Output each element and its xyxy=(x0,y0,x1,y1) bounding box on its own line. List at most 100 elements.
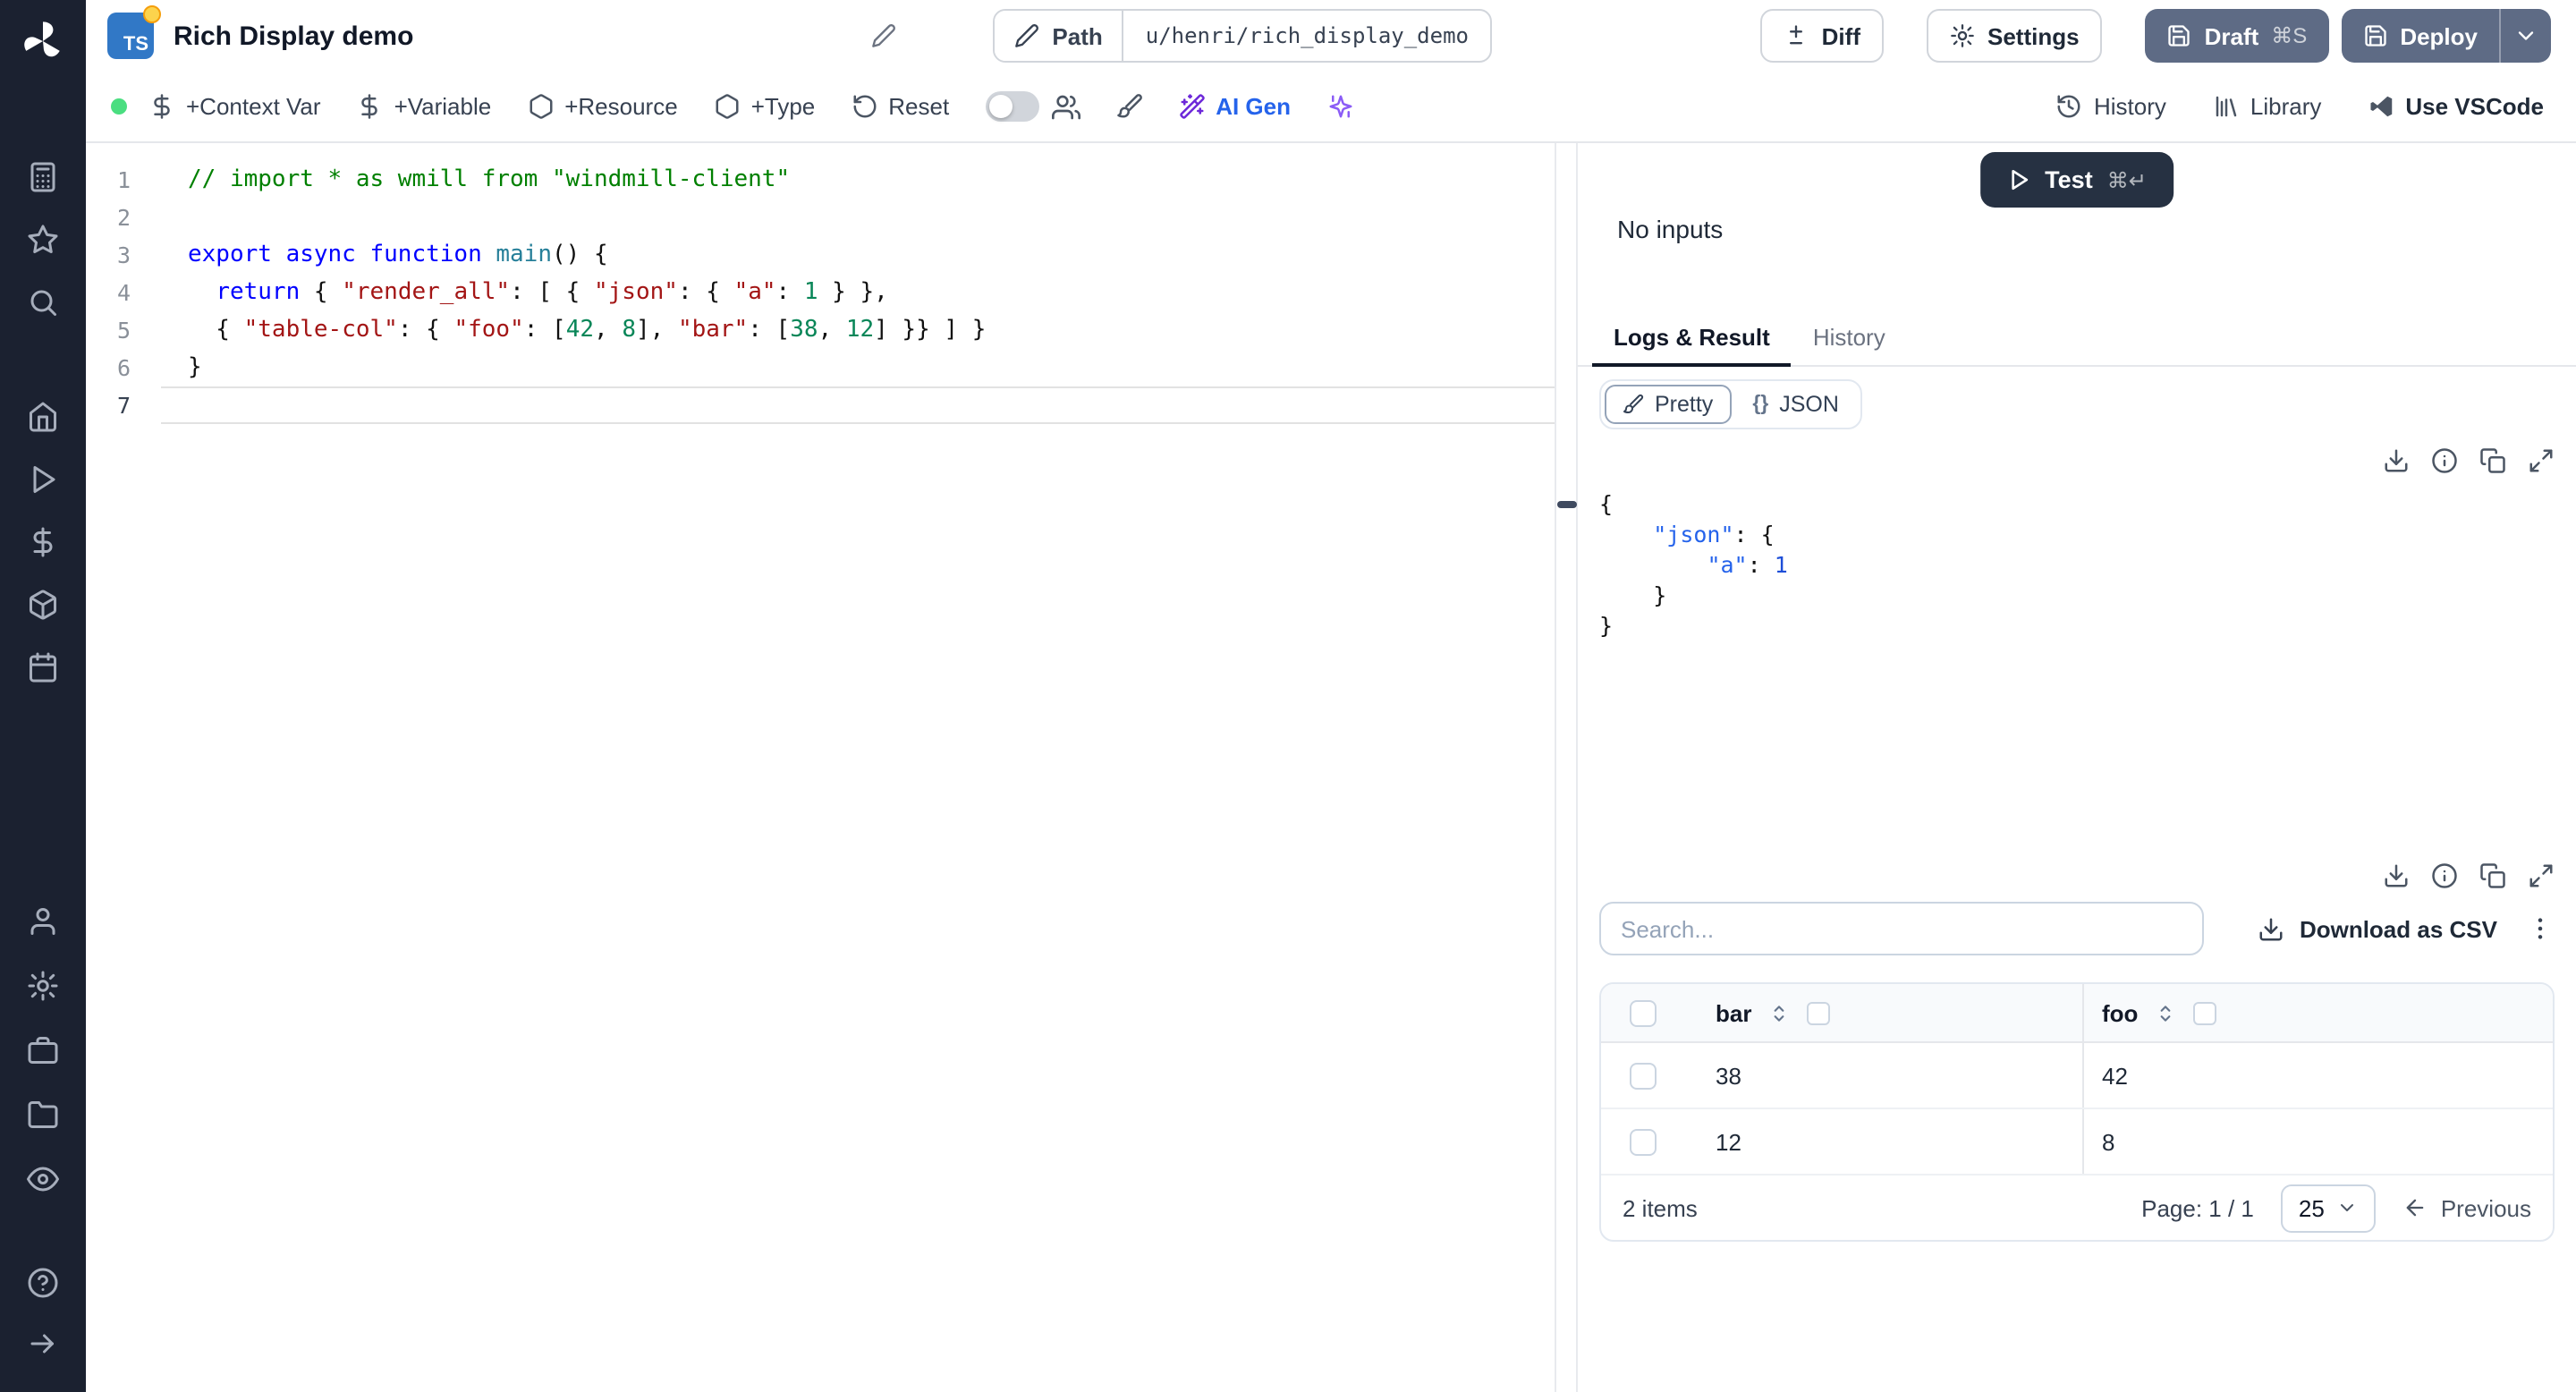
diff-button[interactable]: Diff xyxy=(1760,9,1884,63)
line-number: 6 xyxy=(116,354,131,381)
column-filter-checkbox[interactable] xyxy=(1807,1001,1831,1024)
sidebar-item-home[interactable] xyxy=(27,401,59,433)
row-checkbox[interactable] xyxy=(1629,1062,1656,1089)
table-search-input[interactable] xyxy=(1599,902,2204,955)
sidebar-item-schedules[interactable] xyxy=(27,651,59,683)
cell-bar: 38 xyxy=(1716,1062,1741,1089)
sidebar-item-audit[interactable] xyxy=(27,1163,59,1195)
edit-summary-button[interactable] xyxy=(871,23,896,48)
column-filter-checkbox[interactable] xyxy=(2193,1001,2217,1024)
settings-button[interactable]: Settings xyxy=(1927,9,2103,63)
code-line[interactable]: 4 return { "render_all": [ { "json": { "… xyxy=(86,274,1555,311)
library-button[interactable]: Library xyxy=(2213,93,2321,120)
page-size-value: 25 xyxy=(2298,1194,2325,1221)
sidebar-item-search[interactable] xyxy=(27,286,59,318)
sidebar-item-variables[interactable] xyxy=(27,526,59,558)
sidebar-item-favorites[interactable] xyxy=(27,224,59,256)
add-context-var-button[interactable]: +Context Var xyxy=(148,93,321,120)
sidebar-item-user[interactable] xyxy=(27,905,59,938)
briefcase-icon xyxy=(28,1037,58,1064)
copy-table-button[interactable] xyxy=(2479,862,2506,889)
path-value[interactable]: u/henri/rich_display_demo xyxy=(1124,11,1490,61)
table-info-button[interactable] xyxy=(2431,862,2458,889)
help-icon xyxy=(28,1268,58,1298)
download-csv-button[interactable]: Download as CSV xyxy=(2258,915,2497,942)
code-area: 1// import * as wmill from "windmill-cli… xyxy=(86,161,1555,424)
collab-toggle-group xyxy=(985,91,1080,122)
windmill-logo[interactable] xyxy=(20,18,66,64)
column-header-foo[interactable]: foo xyxy=(2082,984,2553,1041)
sidebar-item-resources[interactable] xyxy=(27,589,59,621)
code-editor[interactable]: 1// import * as wmill from "windmill-cli… xyxy=(86,143,1555,1392)
expand-result-button[interactable] xyxy=(2528,447,2555,474)
use-vscode-button[interactable]: Use VSCode xyxy=(2368,93,2544,120)
page-size-select[interactable]: 25 xyxy=(2280,1184,2377,1232)
chevron-down-icon xyxy=(2341,1204,2354,1211)
json-toggle[interactable]: {} JSON xyxy=(1734,385,1857,424)
sidebar-item-workers[interactable] xyxy=(27,1034,59,1066)
code-line[interactable]: 3 export async function main() { xyxy=(86,236,1555,274)
json-line: } xyxy=(1599,612,1614,639)
ai-assistant-button[interactable] xyxy=(1326,93,1353,120)
previous-page-button[interactable]: Previous xyxy=(2403,1194,2531,1221)
download-table-button[interactable] xyxy=(2383,862,2410,889)
home-icon xyxy=(30,402,56,432)
result-table: bar foo 38 42 12 8 2 items Page: 1 / 1 2… xyxy=(1599,982,2555,1242)
sidebar-item-settings[interactable] xyxy=(27,970,59,1002)
reset-button[interactable]: Reset xyxy=(851,93,949,120)
code-line[interactable]: 5 { "table-col": { "foo": [42, 8], "bar"… xyxy=(86,311,1555,349)
sparkles-icon xyxy=(1328,95,1352,118)
download-result-button[interactable] xyxy=(2383,447,2410,474)
info-icon xyxy=(2432,448,2457,473)
draft-button[interactable]: Draft ⌘S xyxy=(2145,9,2329,63)
sidebar-item-folders[interactable] xyxy=(27,1099,59,1131)
sidebar-item-runs[interactable] xyxy=(27,463,59,496)
table-menu-button[interactable] xyxy=(2526,914,2555,943)
tab-history[interactable]: History xyxy=(1792,310,1907,367)
test-button[interactable]: Test ⌘↵ xyxy=(1980,152,2174,208)
test-label: Test xyxy=(2045,166,2093,193)
collab-toggle[interactable] xyxy=(985,91,1039,122)
gear-icon xyxy=(28,971,58,1001)
copy-result-button[interactable] xyxy=(2479,447,2506,474)
deploy-dropdown-button[interactable] xyxy=(2499,9,2551,63)
typescript-badge: TS xyxy=(107,5,161,59)
pretty-toggle[interactable]: Pretty xyxy=(1605,385,1732,424)
code-line[interactable]: 1// import * as wmill from "windmill-cli… xyxy=(86,161,1555,199)
edit-path-button[interactable]: Path xyxy=(995,11,1124,61)
row-checkbox[interactable] xyxy=(1629,1128,1656,1155)
search-icon xyxy=(30,290,56,316)
tab-logs-result[interactable]: Logs & Result xyxy=(1592,310,1792,367)
use-vscode-label: Use VSCode xyxy=(2405,93,2544,120)
ai-gen-button[interactable]: AI Gen xyxy=(1178,93,1291,120)
expand-table-button[interactable] xyxy=(2528,862,2555,889)
dollar-icon xyxy=(33,527,53,557)
code-line[interactable]: 6} xyxy=(86,349,1555,386)
sidebar-item-apps[interactable] xyxy=(27,161,59,193)
format-button[interactable] xyxy=(1115,93,1142,120)
code-line[interactable]: 2 xyxy=(86,199,1555,236)
windmill-logo-icon xyxy=(24,21,60,57)
test-shortcut: ⌘↵ xyxy=(2106,167,2147,192)
code-line[interactable]: 7 xyxy=(86,386,1555,424)
add-variable-button[interactable]: +Variable xyxy=(357,93,491,120)
emoji-sticker xyxy=(143,5,161,23)
column-header-bar[interactable]: bar xyxy=(1683,984,2082,1041)
library-icon xyxy=(2216,96,2237,117)
clipboard-icon xyxy=(2480,448,2505,473)
history-button[interactable]: History xyxy=(2056,93,2166,120)
panel-resizer[interactable] xyxy=(1555,143,1578,1392)
add-type-button[interactable]: +Type xyxy=(714,93,815,120)
deploy-button[interactable]: Deploy xyxy=(2341,9,2499,63)
cell-bar: 12 xyxy=(1716,1128,1741,1155)
line-number: 3 xyxy=(116,242,131,268)
sidebar-item-help[interactable] xyxy=(27,1267,59,1299)
calendar-icon xyxy=(30,652,56,683)
json-line: "json": { xyxy=(1653,521,1775,547)
line-number: 5 xyxy=(116,317,131,344)
add-resource-button[interactable]: +Resource xyxy=(527,93,678,120)
result-info-button[interactable] xyxy=(2431,447,2458,474)
select-all-checkbox[interactable] xyxy=(1629,999,1656,1026)
sidebar-item-collapse[interactable] xyxy=(27,1328,59,1360)
items-count: 2 items xyxy=(1623,1194,1698,1221)
